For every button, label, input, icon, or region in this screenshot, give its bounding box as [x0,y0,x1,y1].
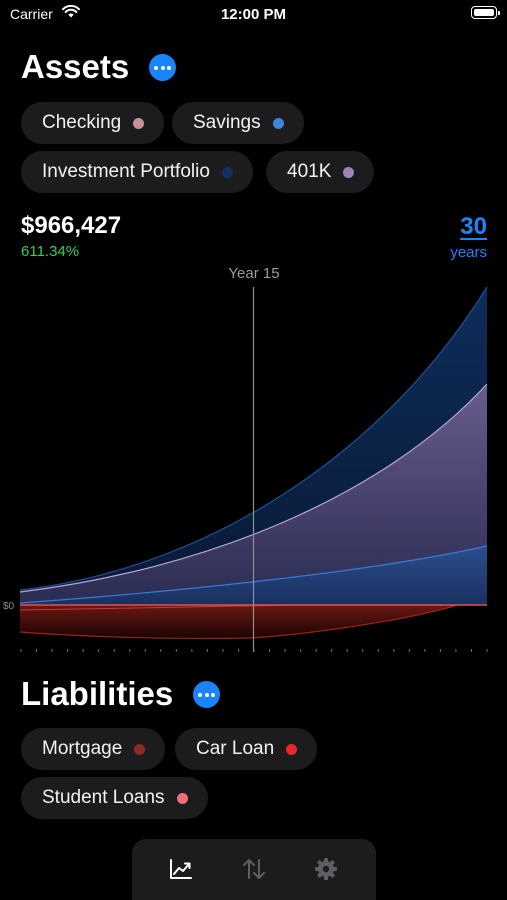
chip-checking[interactable]: Checking [21,102,165,144]
chip-car-loan[interactable]: Car Loan [175,728,318,770]
x-axis-ticks [20,649,488,652]
gear-icon [315,858,337,880]
mortgage-color-dot [134,743,146,755]
total-value: $966,427 [21,212,122,239]
years-label: years [450,244,487,261]
battery-icon [471,6,500,19]
selected-year-label: Year 15 [228,265,279,282]
student-loans-color-dot [176,792,188,804]
assets-title: Assets [21,48,130,85]
checking-color-dot [133,117,145,129]
status-bar: Carrier 12:00 PM [0,0,507,30]
years-selector[interactable]: 30 [460,213,487,241]
assets-more-icon[interactable] [149,54,176,81]
tab-chart[interactable] [165,853,197,885]
investment-color-dot [221,166,233,178]
401k-color-dot [343,166,355,178]
tab-transactions[interactable] [238,853,270,885]
y-tick-zero: $0 [3,601,15,612]
chart-icon [170,859,192,879]
chip-mortgage[interactable]: Mortgage [21,728,166,770]
transfer-arrows-icon [243,859,265,879]
projection-chart[interactable]: Year 15 $0 [0,262,507,657]
chip-savings[interactable]: Savings [172,102,304,144]
chip-401k[interactable]: 401K [266,151,375,193]
liabilities-more-icon[interactable] [193,681,220,708]
car-loan-color-dot [286,743,298,755]
clock: 12:00 PM [220,6,287,23]
savings-color-dot [272,117,284,129]
liabilities-title: Liabilities [21,675,174,712]
chip-student-loans[interactable]: Student Loans [21,777,208,819]
growth-percent: 611.34% [21,243,80,260]
tab-bar [132,839,376,900]
tab-settings[interactable] [310,853,342,885]
chip-investment-portfolio[interactable]: Investment Portfolio [21,151,253,193]
